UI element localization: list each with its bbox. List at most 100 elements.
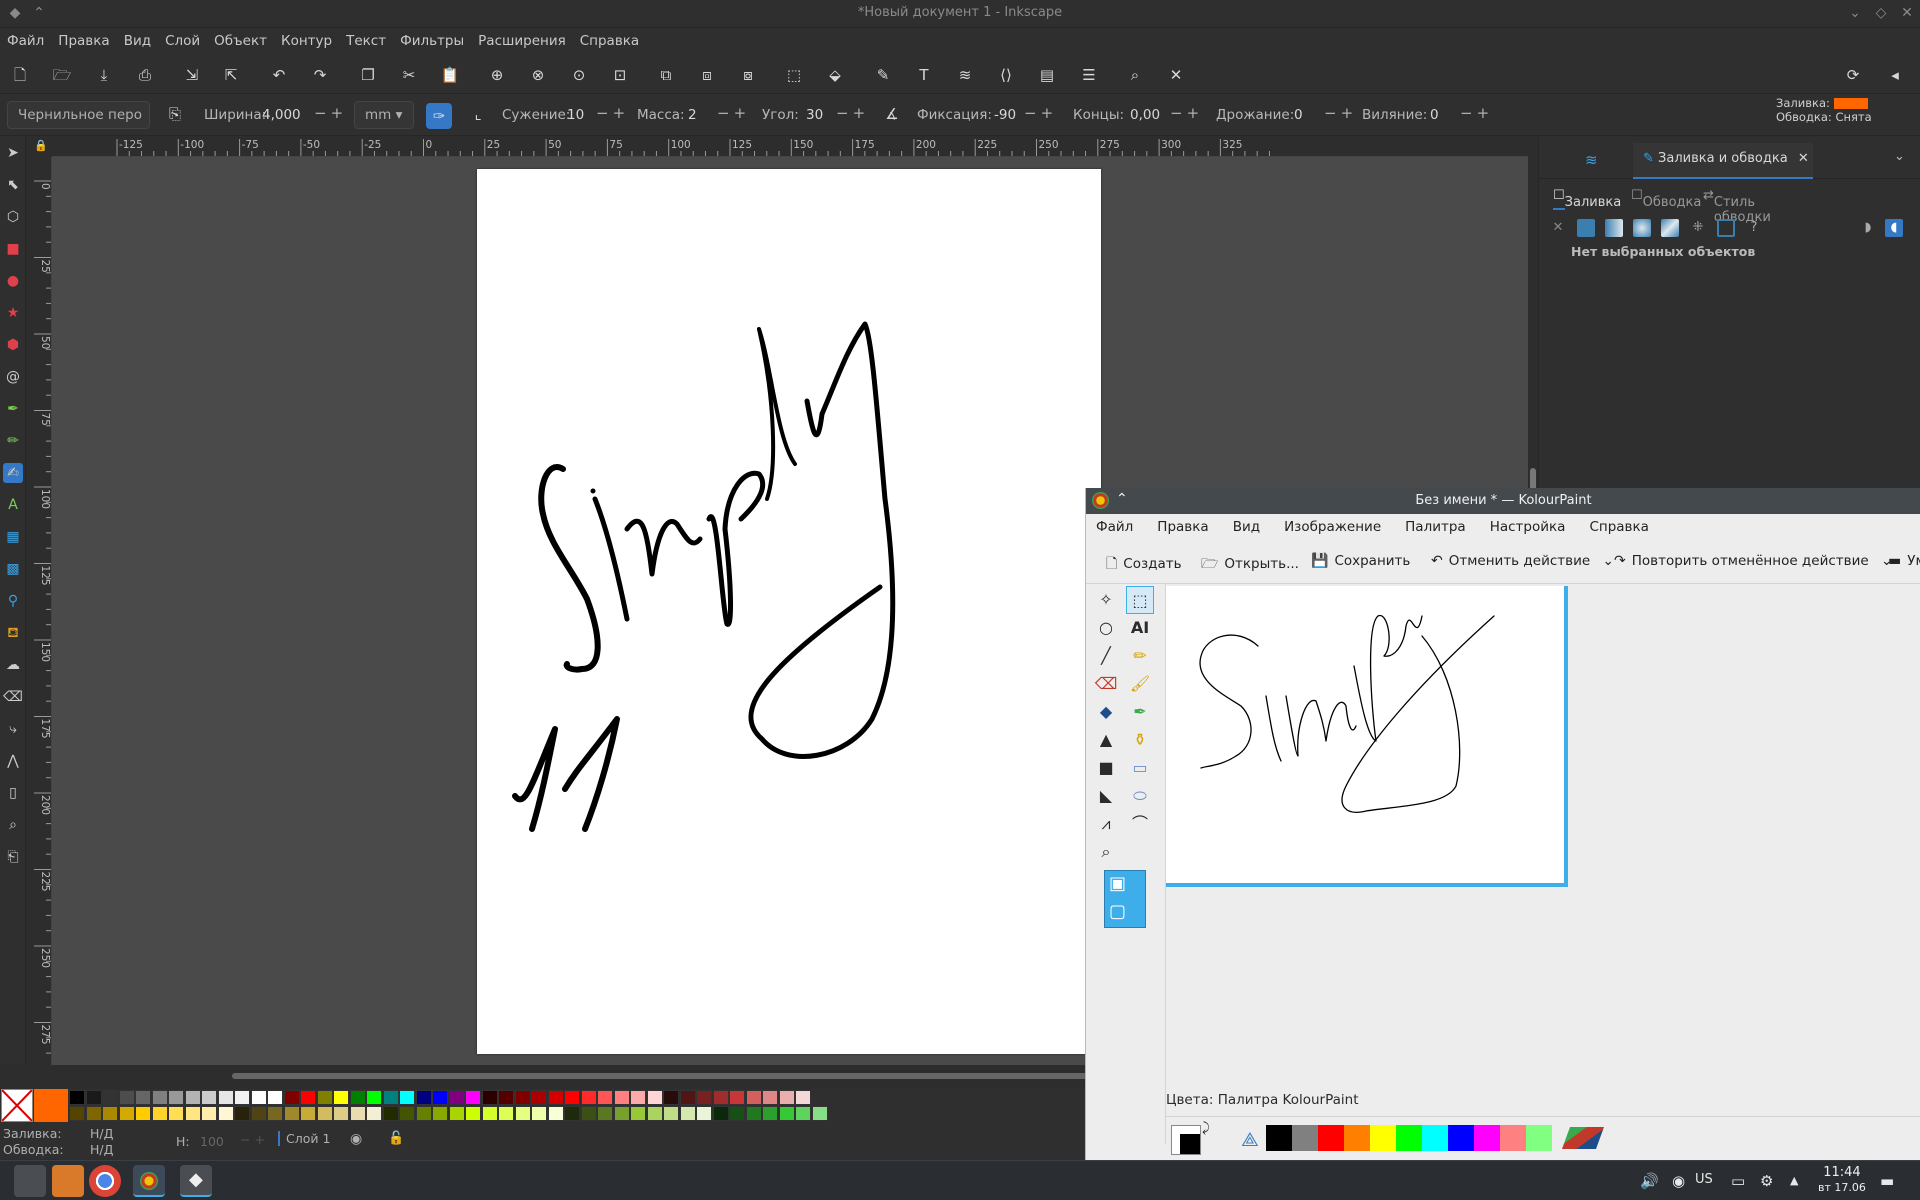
palette-swatch[interactable]: [300, 1106, 316, 1121]
zoom-tool-icon[interactable]: ⌕: [1092, 838, 1120, 866]
kp-palette-swatch[interactable]: [1292, 1125, 1318, 1151]
palette-swatch[interactable]: [679, 1106, 696, 1121]
palette-swatch[interactable]: [399, 1090, 415, 1105]
close-tab-icon[interactable]: ✕: [1798, 151, 1809, 166]
kp-palette-swatch[interactable]: [1396, 1125, 1422, 1151]
status-stroke-value[interactable]: Н/Д: [90, 1142, 113, 1157]
rounded-rect-icon[interactable]: ▭: [1126, 754, 1154, 782]
minimize-button[interactable]: ⌄: [1846, 4, 1864, 22]
opaque-select-icon[interactable]: ▣: [1109, 873, 1126, 894]
tremor-field[interactable]: 0: [1290, 103, 1320, 127]
document-props-icon[interactable]: ⌕: [1124, 64, 1146, 86]
palette-swatch[interactable]: [613, 1106, 630, 1121]
palette-swatch[interactable]: [267, 1090, 283, 1105]
palette-swatch[interactable]: [630, 1090, 646, 1105]
color-eraser-icon[interactable]: ▲: [1092, 726, 1120, 754]
palette-swatch[interactable]: [498, 1090, 514, 1105]
palette-swatch[interactable]: [729, 1106, 745, 1121]
palette-swatch[interactable]: [465, 1106, 481, 1121]
menu-extensions[interactable]: Расширения: [478, 33, 566, 49]
group-icon[interactable]: ⬚: [783, 64, 805, 86]
clone-icon[interactable]: ⧈: [696, 64, 718, 86]
palette-swatch[interactable]: [465, 1090, 481, 1105]
wiggle-stepper[interactable]: −+: [1460, 104, 1493, 122]
palette-swatch[interactable]: [415, 1090, 432, 1105]
zoom-drawing-icon[interactable]: ⊗: [527, 64, 549, 86]
swatch-icon[interactable]: [1717, 219, 1735, 237]
menu-filters[interactable]: Фильтры: [400, 33, 464, 49]
palette-swatch[interactable]: [630, 1106, 646, 1121]
ellipse-select-icon[interactable]: ○: [1092, 614, 1120, 642]
tab-fill-stroke[interactable]: ✎ Заливка и обводка ✕: [1633, 143, 1813, 179]
palette-swatch[interactable]: [811, 1106, 828, 1121]
pages-tool-icon[interactable]: ▯: [3, 783, 23, 803]
keyboard-layout[interactable]: US: [1695, 1172, 1713, 1187]
clock[interactable]: 11:44 вт 17.06: [1818, 1165, 1866, 1195]
kp-undo-button[interactable]: ↶ Отменить действие ⌄: [1431, 553, 1614, 569]
mass-field[interactable]: 2: [684, 103, 712, 127]
eraser-tool-icon[interactable]: ⌫: [3, 687, 23, 707]
flat-color-icon[interactable]: [1577, 219, 1595, 237]
kp-palette-swatch[interactable]: [1370, 1125, 1396, 1151]
palette-swatch[interactable]: [481, 1106, 498, 1121]
connector-tool-icon[interactable]: ⤷: [3, 719, 23, 739]
undo-icon[interactable]: ↶: [268, 64, 290, 86]
align-icon[interactable]: ☰: [1078, 64, 1100, 86]
gradient-tool-icon[interactable]: ▦: [3, 527, 23, 547]
mesh-gradient-icon[interactable]: [1661, 219, 1679, 237]
palette-swatch[interactable]: [729, 1090, 745, 1105]
settings-icon[interactable]: ⚙: [1760, 1172, 1773, 1190]
kp-redo-button[interactable]: ↷ Повторить отменённое действие ⌄: [1614, 553, 1892, 569]
palette-swatch[interactable]: [234, 1106, 250, 1121]
palette-swatch[interactable]: [168, 1106, 184, 1121]
spray-tool-icon[interactable]: ☁: [3, 655, 23, 675]
palette-swatch[interactable]: [712, 1090, 729, 1105]
width-stepper[interactable]: −+: [314, 104, 347, 122]
palette-swatch[interactable]: [316, 1106, 333, 1121]
style-indicator[interactable]: Заливка: Обводка: Снята: [1776, 96, 1872, 124]
kp-menu-edit[interactable]: Правка: [1157, 519, 1208, 535]
palette-swatch[interactable]: [481, 1090, 498, 1105]
palette-swatch[interactable]: [366, 1106, 382, 1121]
lock-guides-icon[interactable]: 🔒: [34, 139, 48, 152]
menu-path[interactable]: Контур: [281, 33, 332, 49]
radial-gradient-icon[interactable]: [1633, 219, 1651, 237]
palette-swatch[interactable]: [333, 1106, 349, 1121]
palette-swatch[interactable]: [679, 1090, 696, 1105]
unset-paint-icon[interactable]: ?: [1745, 219, 1763, 237]
tilt-toggle-icon[interactable]: ⌞: [467, 103, 489, 125]
line-tool-icon[interactable]: ╱: [1092, 642, 1120, 670]
palette-swatch[interactable]: [514, 1106, 531, 1121]
palette-swatch[interactable]: [118, 1090, 135, 1105]
palette-swatch[interactable]: [201, 1106, 217, 1121]
free-select-icon[interactable]: ✧: [1092, 586, 1120, 614]
preset-save-icon[interactable]: ⎘: [164, 103, 186, 125]
unlink-clone-icon[interactable]: ⧇: [737, 64, 759, 86]
palette-swatch[interactable]: [597, 1106, 613, 1121]
transparent-color-icon[interactable]: ⟁: [1241, 1127, 1259, 1151]
wiggle-field[interactable]: 0: [1426, 103, 1456, 127]
angle-stepper[interactable]: −+: [836, 104, 869, 122]
palette-swatch[interactable]: [85, 1106, 102, 1121]
palette-swatch[interactable]: [762, 1090, 778, 1105]
status-h-stepper[interactable]: −+: [240, 1132, 269, 1147]
palette-swatch[interactable]: [498, 1106, 514, 1121]
tweak-tool-icon[interactable]: ⬡: [3, 207, 23, 227]
kp-palette-swatch[interactable]: [1500, 1125, 1526, 1151]
horizontal-scrollbar[interactable]: [232, 1073, 1092, 1079]
kp-open-button[interactable]: 🗁 Открыть...: [1201, 553, 1299, 577]
print-icon[interactable]: ⎙: [134, 64, 156, 86]
cut-icon[interactable]: ✂: [398, 64, 420, 86]
palette-swatch[interactable]: [102, 1106, 118, 1121]
polyline-tool-icon[interactable]: ⩘: [1092, 810, 1120, 838]
kp-menu-settings[interactable]: Настройка: [1490, 519, 1566, 535]
spiral-tool-icon[interactable]: @: [3, 367, 23, 387]
ellipse-tool-icon[interactable]: ●: [3, 271, 23, 291]
palette-swatch[interactable]: [646, 1090, 663, 1105]
kp-save-button[interactable]: 💾 Сохранить: [1311, 553, 1410, 569]
palette-swatch[interactable]: [267, 1106, 283, 1121]
current-fill-swatch[interactable]: [34, 1089, 68, 1122]
palette-swatch[interactable]: [745, 1106, 762, 1121]
inkscape-task-icon[interactable]: ◆: [180, 1165, 212, 1197]
rect-tool-icon[interactable]: ■: [3, 239, 23, 259]
